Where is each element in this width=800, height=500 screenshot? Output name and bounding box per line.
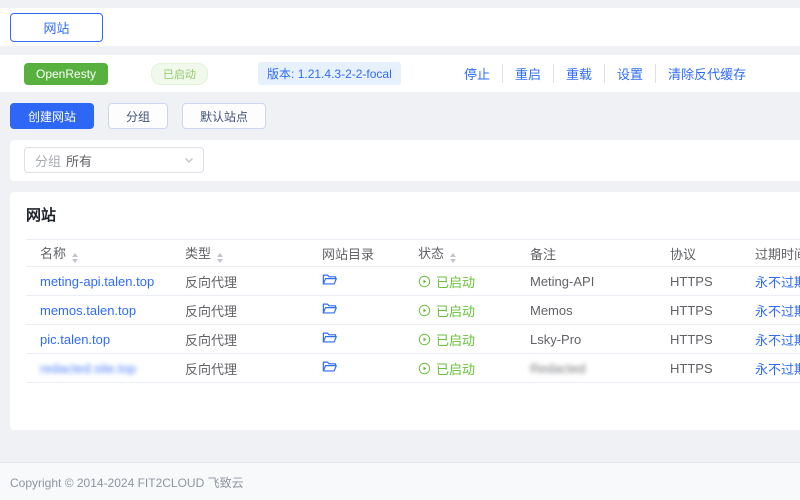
column-header-type[interactable]: 类型 [171,240,308,267]
group-button[interactable]: 分组 [108,103,168,129]
status-badge: 已启动 [418,272,475,291]
site-name-link[interactable]: pic.talen.top [40,332,110,347]
status-badge: 已启动 [418,359,475,378]
group-filter-select[interactable]: 分组 所有 [24,147,204,173]
site-type: 反向代理 [171,354,308,383]
group-filter-label: 分组 [35,151,61,170]
play-circle-icon[interactable] [418,333,431,346]
column-header-name[interactable]: 名称 [26,240,171,267]
column-label: 网站目录 [322,247,374,262]
sort-caret-icon[interactable] [72,253,78,263]
column-label: 状态 [418,246,444,261]
site-name-link[interactable]: meting-api.talen.top [40,274,154,289]
site-protocol: HTTPS [656,354,741,383]
tab-websites[interactable]: 网站 [10,13,103,42]
play-circle-icon[interactable] [418,304,431,317]
table-body: meting-api.talen.top反向代理已启动Meting-APIHTT… [26,267,800,383]
panel-title: 网站 [26,206,800,226]
service-action-4[interactable]: 设置 [617,64,656,83]
column-label: 名称 [40,246,66,261]
create-website-button[interactable]: 创建网站 [10,103,94,129]
service-action-2[interactable]: 重启 [515,64,554,83]
table-header-row: 名称 类型 网站目录 状态 备注 协议 过期时间 [26,240,800,267]
websites-table: 名称 类型 网站目录 状态 备注 协议 过期时间 meting-api.talen.top 反… [26,239,800,383]
column-label: 过期时间 [755,247,800,262]
site-protocol: HTTPS [656,325,741,354]
column-header-note: 备注 [516,240,656,267]
chevron-down-icon [183,154,195,166]
group-filter-value: 所有 [66,151,92,170]
column-header-status[interactable]: 状态 [404,240,516,267]
default-site-button[interactable]: 默认站点 [182,103,266,129]
folder-open-icon[interactable] [322,273,337,286]
tab-bar: 网站 [0,8,800,46]
site-note: Lsky-Pro [530,332,581,347]
site-name-link[interactable]: memos.talen.top [40,303,136,318]
status-text: 已启动 [436,330,475,349]
table-row: pic.talen.top 反向代理 已启动 Lsky-Pro HTTPS 永不过期 [26,325,800,354]
expire-time-link[interactable]: 永不过期 [755,275,800,290]
site-note: Memos [530,303,573,318]
play-circle-icon[interactable] [418,362,431,375]
table-row: redacted.site.top 反向代理 已启动 Redacted HTTPS 永不过… [26,354,800,383]
status-text: 已启动 [436,359,475,378]
table-row: memos.talen.top 反向代理 已启动 Memos HTTPS 永不过期 [26,296,800,325]
status-badge: 已启动 [418,301,475,320]
column-label: 备注 [530,247,556,262]
copyright-text: Copyright © 2014-2024 FIT2CLOUD 飞致云 [10,474,244,491]
service-bar: OpenResty 已启动 版本: 1.21.4.3-2-2-focal 停止重… [0,55,800,92]
expire-time-link[interactable]: 永不过期 [755,304,800,319]
site-name-link[interactable]: redacted.site.top [40,361,136,376]
service-actions: 停止重启重载设置清除反代缓存 [464,55,746,92]
folder-open-icon[interactable] [322,331,337,344]
site-note: Meting-API [530,274,594,289]
sort-caret-icon[interactable] [217,253,223,263]
site-protocol: HTTPS [656,267,741,296]
column-label: 协议 [670,247,696,262]
site-note: Redacted [530,361,586,376]
expire-time-link[interactable]: 永不过期 [755,333,800,348]
toolbar: 创建网站 分组 默认站点 [10,103,266,129]
play-circle-icon[interactable] [418,275,431,288]
status-badge: 已启动 [418,330,475,349]
expire-time-link[interactable]: 永不过期 [755,362,800,377]
column-header-expire: 过期时间 [741,240,800,267]
service-name-badge: OpenResty [24,63,108,85]
service-action-5[interactable]: 清除反代缓存 [668,64,746,83]
column-label: 类型 [185,246,211,261]
table-row: meting-api.talen.top 反向代理 已启动 Meting-API HTT… [26,267,800,296]
status-text: 已启动 [436,272,475,291]
service-action-1[interactable]: 停止 [464,64,503,83]
site-type: 反向代理 [171,267,308,296]
sort-caret-icon[interactable] [450,253,456,263]
column-header-directory: 网站目录 [308,240,404,267]
service-action-3[interactable]: 重载 [566,64,605,83]
websites-panel: 网站 名称 类型 网站目录 状态 备注 协议 过期时间 meting-api.talen.t… [10,192,800,430]
column-header-protocol: 协议 [656,240,741,267]
status-text: 已启动 [436,301,475,320]
folder-open-icon[interactable] [322,302,337,315]
page: { "colors": { "primary": "#2f6cf6", "suc… [0,0,800,500]
site-type: 反向代理 [171,296,308,325]
site-type: 反向代理 [171,325,308,354]
folder-open-icon[interactable] [322,360,337,373]
site-protocol: HTTPS [656,296,741,325]
filter-card: 分组 所有 [10,140,800,181]
service-status-badge: 已启动 [151,63,208,85]
service-version-badge: 版本: 1.21.4.3-2-2-focal [258,62,401,85]
